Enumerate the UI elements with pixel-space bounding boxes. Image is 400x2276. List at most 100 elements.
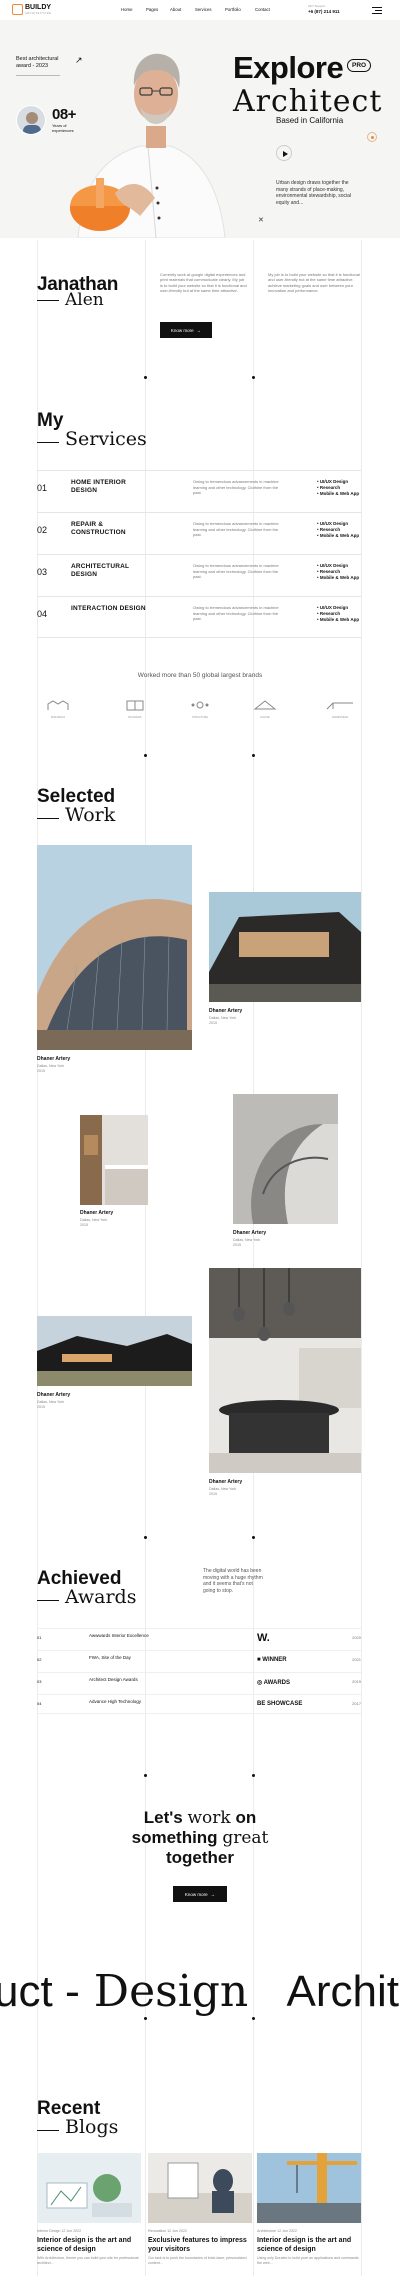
service-tags: • UI/UX Design • Research • Mobile & Web… xyxy=(317,563,360,580)
service-title[interactable]: INTERACTION DESIGN xyxy=(71,605,151,613)
blog-title[interactable]: Interior design is the art and science o… xyxy=(257,2236,361,2254)
work-caption-meta: Dallas, New York 2015 xyxy=(209,1487,236,1497)
brand-logo[interactable]: BUILDERS xyxy=(120,698,150,719)
work-caption-title[interactable]: Dhaner Artery xyxy=(37,1392,70,1398)
blog-title[interactable]: Interior design is the art and science o… xyxy=(37,2236,141,2254)
service-title[interactable]: HOME INTERIOR DESIGN xyxy=(71,479,151,495)
award-row[interactable]: 02 FWA, Site of the Day ■ WINNER 2021 xyxy=(37,1650,361,1670)
service-title[interactable]: REPAIR & CONSTRUCTION xyxy=(71,521,151,537)
about-name-last: Alen xyxy=(65,290,104,310)
award-number: 03 xyxy=(37,1679,42,1684)
service-row[interactable]: 02 REPAIR & CONSTRUCTION Owing to tremen… xyxy=(37,512,361,554)
work-image[interactable] xyxy=(233,1094,338,1224)
title-dash xyxy=(37,300,59,301)
grid-dot xyxy=(144,1774,147,1777)
grid-dot xyxy=(252,1536,255,1539)
blog-meta: Architecture 12 Jun 2022 xyxy=(257,2229,297,2233)
brand-logo-label: STRUCTURE xyxy=(192,716,208,719)
service-number: 04 xyxy=(37,609,48,619)
cta-word: together xyxy=(166,1848,234,1867)
close-icon[interactable]: ✕ xyxy=(258,216,264,224)
work-caption-title[interactable]: Dhaner Artery xyxy=(37,1056,70,1062)
service-tag: UI/UX Design xyxy=(319,521,349,526)
brand-logo[interactable]: STRUCTURE xyxy=(185,698,215,719)
cta-know-more-button[interactable]: Know more → xyxy=(173,1886,227,1902)
brand-logo[interactable]: BUILDINGS xyxy=(43,698,73,719)
nav-pages[interactable]: Pages xyxy=(146,7,158,12)
blog-card[interactable]: Renovation 12 Jun 2022 Exclusive feature… xyxy=(148,2153,252,2266)
award-title: FWA, Site of the Day xyxy=(89,1655,131,1660)
hero-location: Based in California xyxy=(276,116,344,125)
know-more-label: Know more xyxy=(170,327,194,333)
title-dash xyxy=(37,442,59,443)
work-image[interactable] xyxy=(209,1268,361,1473)
cta-word-serif: great xyxy=(222,1828,269,1848)
grid-dot xyxy=(144,2017,147,2020)
nav-about[interactable]: About xyxy=(170,7,181,12)
blog-card[interactable]: Interior Design 12 Jun 2022 Interior des… xyxy=(37,2153,141,2266)
cta-heading: Let's work on something great together xyxy=(0,1808,400,1868)
award-row[interactable]: 01 Awwwards Interior Excellence W. 2020 xyxy=(37,1628,361,1648)
work-image[interactable] xyxy=(37,845,192,1050)
arrow-right-icon: → xyxy=(196,327,202,333)
work-caption-meta: Dallas, New York 2015 xyxy=(209,1016,236,1026)
work-image[interactable] xyxy=(37,1316,192,1386)
award-year: 2017 xyxy=(352,1701,361,1706)
phone-number[interactable]: +6 (87) 214 911 xyxy=(308,9,340,14)
work-caption-title[interactable]: Dhaner Artery xyxy=(233,1230,266,1236)
brand-logo-label: BUILDERS xyxy=(128,716,142,719)
marquee-text: uct - Design Archite xyxy=(0,1968,400,2016)
award-year: 2020 xyxy=(352,1635,361,1640)
pro-badge: PRO xyxy=(347,59,372,72)
award-row[interactable]: 04 Advance High Technology BE SHOWCASE 2… xyxy=(37,1694,361,1714)
work-image[interactable] xyxy=(80,1115,148,1205)
service-row[interactable]: 04 INTERACTION DESIGN Owing to tremendou… xyxy=(37,596,361,638)
work-caption-meta: Dallas, New York 2015 xyxy=(233,1238,260,1248)
blog-card[interactable]: Architecture 12 Jun 2022 Interior design… xyxy=(257,2153,361,2266)
menu-icon[interactable] xyxy=(372,7,382,14)
work-caption-year: 2015 xyxy=(80,1223,88,1227)
work-caption-title[interactable]: Dhaner Artery xyxy=(209,1479,242,1485)
cta-word: on xyxy=(235,1808,257,1827)
blog-title[interactable]: Exclusive features to impress your visit… xyxy=(148,2236,252,2254)
blogs-title-serif: Blogs xyxy=(65,2116,119,2138)
work-caption-year: 2015 xyxy=(37,1069,45,1073)
work-image[interactable] xyxy=(209,892,361,1002)
brand-logo-icon xyxy=(126,700,144,711)
grid-dot xyxy=(252,376,255,379)
play-button[interactable] xyxy=(276,145,292,161)
blog-image[interactable] xyxy=(148,2153,252,2223)
award-logo: ■ WINNER xyxy=(257,1657,287,1663)
hero-title-line-2: Architect xyxy=(233,84,383,119)
award-number: 01 xyxy=(37,1635,42,1640)
brand-logo-label: BUILDINGS xyxy=(51,716,65,719)
hero-quote: Urban design draws together the many str… xyxy=(276,180,352,206)
blog-image[interactable] xyxy=(37,2153,141,2223)
nav-home[interactable]: Home xyxy=(121,7,132,12)
blog-image[interactable] xyxy=(257,2153,361,2223)
service-title[interactable]: ARCHITECTURAL DESIGN xyxy=(71,563,151,579)
marquee-word: uct xyxy=(0,1967,53,2016)
nav-contact[interactable]: Contact xyxy=(255,7,270,12)
marquee-word: Archite xyxy=(286,1967,400,2016)
logo-icon[interactable] xyxy=(12,4,23,15)
nav-services[interactable]: Services xyxy=(195,7,211,12)
page: BUILDY ARCHITECTURE Home Pages About Ser… xyxy=(0,0,400,2276)
service-row[interactable]: 01 HOME INTERIOR DESIGN Owing to tremend… xyxy=(37,470,361,512)
work-caption-title[interactable]: Dhaner Artery xyxy=(209,1008,242,1014)
brand-logo[interactable]: HOMESTEAD xyxy=(322,698,358,719)
brand-logo[interactable]: HOUSE xyxy=(250,698,280,719)
brand-logo-icon xyxy=(47,700,69,710)
service-desc: Owing to tremendous advancements in mach… xyxy=(193,605,279,621)
know-more-button[interactable]: Know more → xyxy=(160,322,212,338)
brand-name[interactable]: BUILDY xyxy=(25,4,51,11)
work-caption-title[interactable]: Dhaner Artery xyxy=(80,1210,113,1216)
award-row[interactable]: 03 Architect Design Awards ◎ AWARDS 2019 xyxy=(37,1672,361,1692)
about-paragraph-2: My job is to build your website so that … xyxy=(268,272,360,293)
site-header: BUILDY ARCHITECTURE Home Pages About Ser… xyxy=(0,0,400,20)
nav-portfolio[interactable]: Portfolio xyxy=(225,7,241,12)
service-row[interactable]: 03 ARCHITECTURAL DESIGN Owing to tremend… xyxy=(37,554,361,596)
title-dash xyxy=(37,2130,59,2131)
award-title: Architect Design Awards xyxy=(89,1677,138,1682)
service-tag: Research xyxy=(319,527,341,532)
